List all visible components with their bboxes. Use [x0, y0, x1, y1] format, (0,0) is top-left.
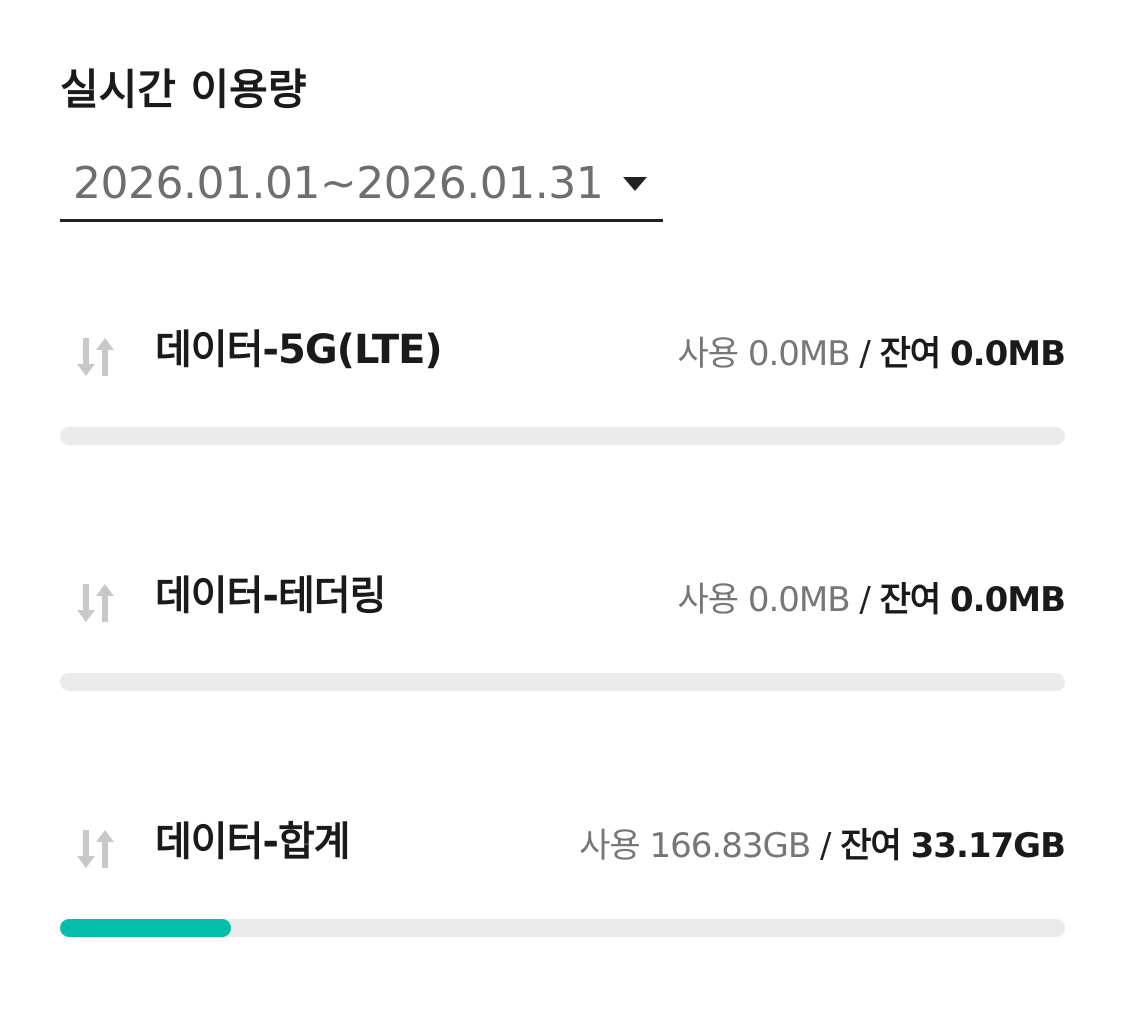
period-value: 2026.01.01~2026.01.31 [73, 158, 604, 209]
remain-label: 잔여 [840, 826, 902, 866]
caret-down-icon [623, 177, 647, 191]
remain-value: 33.17GB [910, 826, 1066, 866]
up-down-arrows-icon [77, 584, 114, 622]
remain-label: 잔여 [879, 580, 942, 620]
used-value: 0.0MB [747, 580, 851, 620]
remain-value: 0.0MB [950, 580, 1066, 620]
period-select[interactable]: 2026.01.01~2026.01.31 [60, 150, 663, 222]
used-label: 사용 [677, 334, 739, 374]
separator: / [819, 826, 832, 866]
separator: / [859, 334, 871, 374]
remain-value: 0.0MB [950, 334, 1066, 374]
usage-item-5g-lte: 데이터-5G(LTE) 사용 0.0MB / 잔여 0.0MB [60, 322, 1066, 452]
usage-progress-track [60, 673, 1065, 691]
up-down-arrows-icon [77, 830, 114, 868]
item-name: 데이터-합계 [155, 819, 351, 865]
usage-item-tethering: 데이터-테더링 사용 0.0MB / 잔여 0.0MB [60, 568, 1066, 698]
remain-label: 잔여 [879, 334, 942, 374]
usage-text: 사용 0.0MB / 잔여 0.0MB [677, 576, 1066, 624]
used-value: 0.0MB [747, 334, 851, 374]
usage-item-total: 데이터-합계 사용 166.83GB / 잔여 33.17GB [60, 814, 1066, 944]
up-down-arrows-icon [77, 338, 114, 376]
used-label: 사용 [579, 826, 641, 866]
separator: / [859, 580, 871, 620]
used-value: 166.83GB [649, 826, 812, 866]
usage-progress-track [60, 427, 1065, 445]
used-label: 사용 [677, 580, 739, 620]
usage-text: 사용 0.0MB / 잔여 0.0MB [677, 330, 1066, 378]
usage-progress-fill [60, 919, 231, 937]
usage-progress-track [60, 919, 1065, 937]
page-title: 실시간 이용량 [60, 65, 307, 114]
item-name: 데이터-5G(LTE) [155, 327, 443, 373]
usage-text: 사용 166.83GB / 잔여 33.17GB [579, 822, 1066, 870]
item-name: 데이터-테더링 [155, 573, 386, 619]
